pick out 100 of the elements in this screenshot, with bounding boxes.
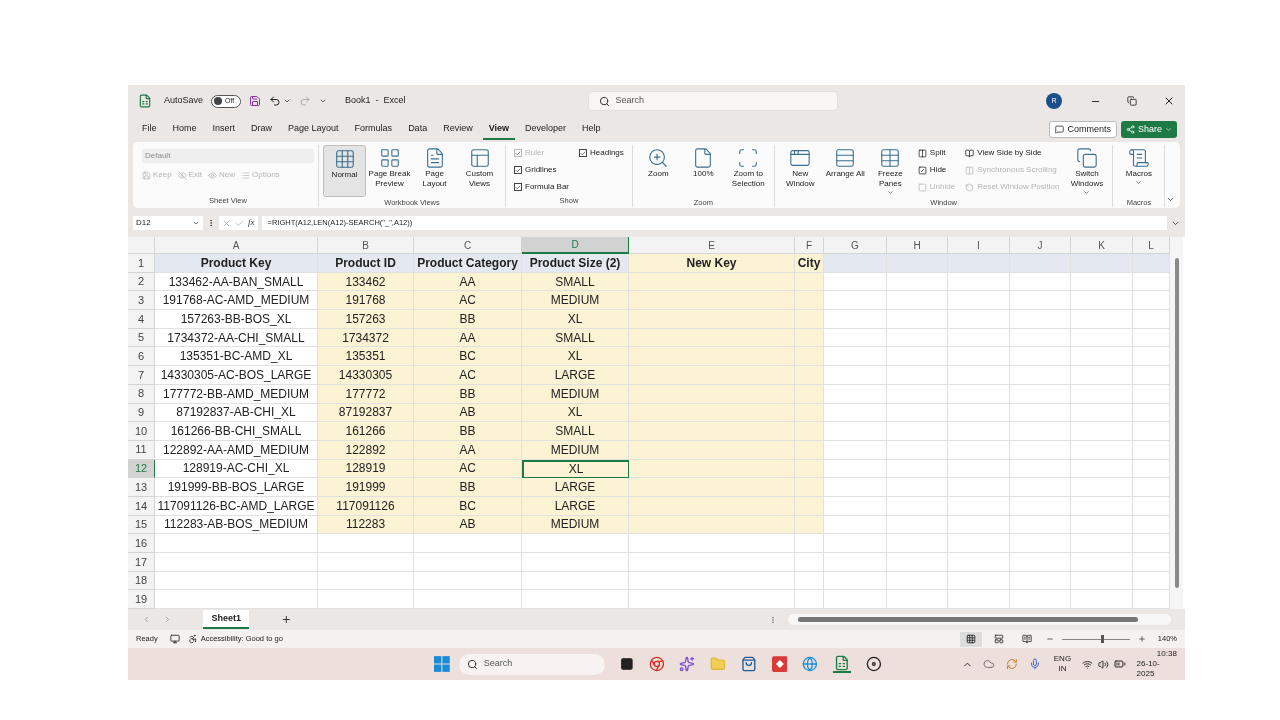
checkbox[interactable] [514,183,522,191]
ribbon-button[interactable]: Switch Windows [1065,145,1109,197]
row-header[interactable]: 6 [128,347,155,367]
ribbon-button[interactable]: Custom Views [458,145,501,197]
undo-icon[interactable] [269,95,282,107]
ribbon-tab[interactable]: Draw [245,119,279,140]
region-indicator[interactable]: IN [1058,664,1067,674]
ribbon-button[interactable]: Arrange All [823,145,867,197]
ribbon-tab[interactable]: Help [576,119,607,140]
ribbon-button[interactable]: Normal [323,145,366,197]
table-cell: BC [414,347,522,367]
scroll-icon [1127,147,1150,169]
ribbon-button[interactable]: 100% [681,145,725,197]
ribbon-small-button[interactable]: Hide [917,164,956,176]
table-cell [824,291,887,311]
table-cell [1010,590,1071,609]
ribbon-tab[interactable]: Review [437,119,479,140]
save-icon[interactable] [249,95,262,107]
language-indicator[interactable]: ENG [1053,654,1072,664]
ribbon-button[interactable]: New Window [778,145,822,197]
insert-function-button[interactable]: fx [248,216,255,230]
table-cell [887,366,948,385]
ribbon-small-button[interactable]: View Side by Side [965,147,1060,159]
ribbon-button[interactable]: Macros [1117,145,1161,197]
comments-button[interactable]: Comments [1049,121,1117,138]
cloud-icon[interactable] [983,658,996,670]
battery-icon[interactable] [1113,658,1126,670]
row-header[interactable]: 1 [128,254,155,273]
ribbon-button[interactable]: Page Layout [413,145,456,197]
table-cell: AC [414,366,522,385]
recorder-icon[interactable] [865,656,882,672]
clock-time[interactable]: 10:38 [1156,649,1177,659]
sync-icon[interactable] [1006,658,1018,670]
header-cell: Product Size (2) [522,254,629,273]
row-header[interactable]: 19 [128,590,155,609]
ribbon-button[interactable]: Zoom [636,145,680,197]
collapse-icon[interactable] [1166,195,1175,204]
assistant-icon[interactable] [679,656,696,672]
ribbon-tab[interactable]: Page Layout [282,119,345,140]
row-header[interactable]: 7 [128,366,155,385]
share-button[interactable]: Share [1120,121,1177,138]
table-cell [1071,366,1133,385]
table-cell: BB [414,310,522,329]
taskbar-search-field[interactable]: Search [458,653,605,675]
view-button[interactable] [959,631,982,647]
ribbon-button[interactable]: Zoom to Selection [726,145,770,197]
diamond-app-icon[interactable] [771,656,788,672]
table-cell [887,254,948,273]
horizontal-scrollbar[interactable] [788,614,1171,625]
table-cell: BB [414,478,522,497]
volume-icon[interactable] [1097,658,1109,670]
store-icon[interactable] [740,656,757,672]
ribbon-tab[interactable]: Data [402,119,434,140]
ribbon-tab[interactable]: Developer [519,119,573,140]
table-cell [795,534,824,553]
restore-icon[interactable] [1127,96,1137,106]
ribbon-tab[interactable]: Formulas [348,119,399,140]
clock-date[interactable]: 26-10-2025 [1136,659,1177,679]
ribbon-button[interactable]: Freeze Panes [868,145,912,197]
ribbon-button[interactable]: Page Break Preview [368,145,411,197]
list-icon [241,170,251,180]
add-sheet-icon[interactable] [280,614,292,625]
zoom-in-icon[interactable] [1137,635,1146,643]
search-field[interactable]: Search [587,91,838,111]
ribbon-tab[interactable]: View [482,119,515,140]
row-header[interactable]: 10 [128,422,155,441]
table-cell [795,553,824,572]
row-header[interactable]: 4 [128,310,155,329]
ribbon-tab[interactable]: File [136,119,163,140]
ribbon-small-button[interactable]: Split [917,147,956,159]
row-header[interactable]: 3 [128,291,155,311]
table-cell: 157263-BB-BOS_XL [155,310,318,329]
row-header[interactable]: 17 [128,553,155,572]
table-cell [1133,478,1170,497]
caret-icon[interactable] [283,97,292,105]
row-header[interactable]: 13 [128,478,155,497]
table-cell [948,254,1010,273]
row-header[interactable]: 16 [128,534,155,553]
checkbox[interactable] [514,166,522,174]
hide-icon [917,165,927,175]
column-header[interactable]: D [522,237,629,254]
sheet-tab[interactable]: Sheet1 [203,610,249,629]
vertical-scrollbar[interactable] [1170,237,1183,609]
table-cell [1071,553,1133,572]
close-icon[interactable] [1163,95,1175,107]
spreadsheet-app-icon[interactable] [833,655,851,673]
table-cell [887,590,948,609]
checkbox[interactable] [579,149,587,157]
zoom-thumb[interactable] [1100,635,1104,643]
customize-icon[interactable] [319,97,328,105]
zoom-slider[interactable] [1061,635,1130,643]
table-cell: SMALL [522,422,629,441]
microphone-icon[interactable] [1028,658,1041,670]
ribbon-tab[interactable]: Home [166,119,203,140]
task-view-icon[interactable] [619,657,634,671]
browser-icon[interactable] [648,656,665,672]
more-icon[interactable] [207,219,215,227]
name-box[interactable]: D12 [133,216,203,230]
wifi-icon[interactable] [1082,658,1093,670]
ribbon-tab[interactable]: Insert [206,119,242,140]
